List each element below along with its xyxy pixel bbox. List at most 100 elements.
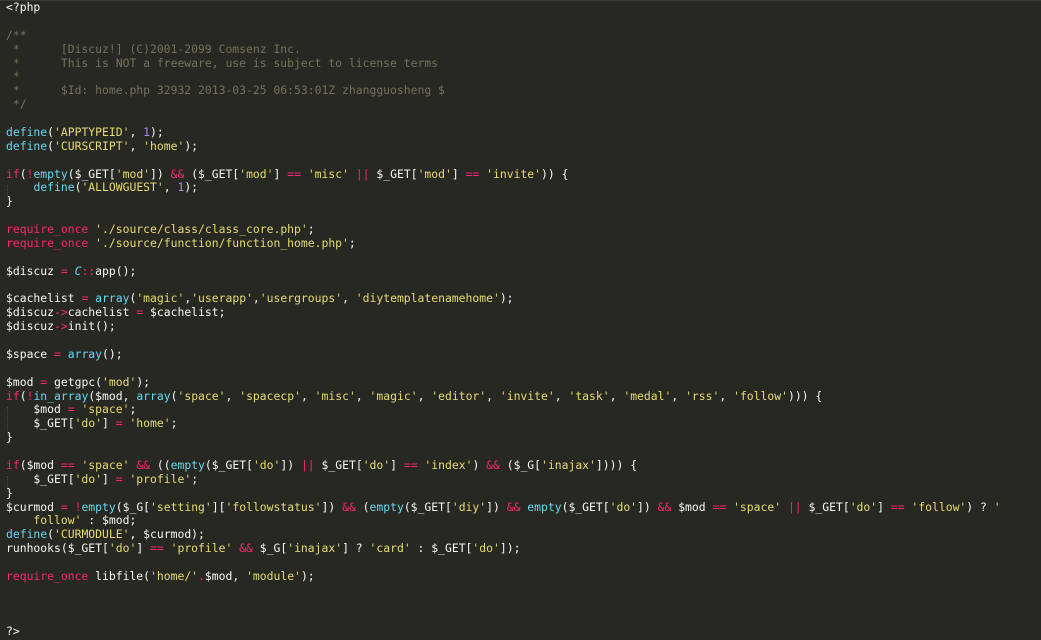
editor-top-border [0, 0, 1041, 1]
code-line[interactable] [6, 612, 1041, 626]
code-line[interactable]: runhooks($_GET['do'] == 'profile' && $_G… [6, 542, 1041, 556]
code-token: * This is NOT a freeware, use is subject… [6, 56, 439, 70]
code-token: , [225, 389, 240, 403]
code-token: || [787, 500, 802, 514]
code-line[interactable]: follow' : $mod; [6, 514, 1041, 528]
code-line[interactable] [6, 251, 1041, 265]
code-line[interactable]: <?php [6, 1, 1041, 15]
code-token: ); [499, 292, 514, 306]
code-line[interactable]: $discuz = C::app(); [6, 265, 1041, 279]
code-token: $curmod [6, 500, 61, 514]
code-token: 'do' [74, 417, 103, 431]
code-token: $_GET[ [369, 167, 418, 181]
code-token: array [95, 292, 130, 306]
code-token: (( [150, 458, 171, 472]
code-token: 'task' [568, 389, 610, 403]
code-token: -> [54, 320, 68, 334]
code-line[interactable] [6, 334, 1041, 348]
code-line[interactable]: define('APPTYPEID', 1); [6, 126, 1041, 140]
code-token: ; [170, 417, 178, 431]
code-line[interactable]: define('ALLOWGUEST', 1); [6, 181, 1041, 195]
code-token: 'space' [733, 500, 782, 514]
code-token: * [6, 70, 20, 84]
code-line[interactable]: if(!in_array($mod, array('space', 'space… [6, 390, 1041, 404]
code-token: :: [81, 264, 96, 278]
code-token: 'magic' [369, 389, 418, 403]
code-token: : $_GET[ [410, 542, 473, 556]
code-token: in_array [33, 389, 89, 403]
code-token: if [6, 167, 20, 181]
code-line[interactable]: * This is NOT a freeware, use is subject… [6, 57, 1041, 71]
code-token: 'editor' [431, 389, 487, 403]
code-line[interactable]: */ [6, 98, 1041, 112]
code-token: 'magic' [136, 292, 185, 306]
code-token: ($_GET[ [403, 500, 452, 514]
code-token: ($mod, [88, 389, 137, 403]
code-line[interactable] [6, 209, 1041, 223]
code-token: , [129, 125, 144, 139]
code-line[interactable]: if($mod == 'space' && ((empty($_GET['do'… [6, 459, 1041, 473]
code-token: if [6, 458, 20, 472]
code-token: ; [129, 403, 137, 417]
code-token: ] [877, 500, 891, 514]
code-line[interactable]: $mod = getgpc('mod'); [6, 376, 1041, 390]
code-line[interactable] [6, 154, 1041, 168]
code-line[interactable] [6, 112, 1041, 126]
code-token: 'inajax' [541, 458, 596, 472]
code-editor[interactable]: <?php /** * [Discuz!] (C)2001-2099 Comse… [0, 0, 1041, 640]
code-line[interactable] [6, 556, 1041, 570]
code-line[interactable]: require_once libfile('home/'.$mod, 'modu… [6, 570, 1041, 584]
code-token: && [342, 500, 356, 514]
code-line[interactable]: define('CURMODULE', $curmod); [6, 528, 1041, 542]
code-line[interactable]: * [Discuz!] (C)2001-2099 Comsenz Inc. [6, 43, 1041, 57]
code-area[interactable]: <?php /** * [Discuz!] (C)2001-2099 Comse… [6, 1, 1041, 639]
code-line[interactable]: /** [6, 29, 1041, 43]
code-line[interactable]: $mod = 'space'; [6, 403, 1041, 417]
code-token: 'space' [81, 403, 130, 417]
code-line[interactable]: * $Id: home.php 32932 2013-03-25 06:53:0… [6, 84, 1041, 98]
code-line[interactable]: $discuz->init(); [6, 320, 1041, 334]
code-line[interactable]: require_once './source/function/function… [6, 237, 1041, 251]
code-token: ]) [321, 500, 343, 514]
code-line[interactable] [6, 279, 1041, 293]
code-line[interactable] [6, 15, 1041, 29]
code-line[interactable]: ?> [6, 625, 1041, 639]
code-line[interactable]: require_once './source/class/class_core.… [6, 223, 1041, 237]
code-token: 'module' [246, 569, 301, 583]
code-line[interactable]: $_GET['do'] = 'home'; [6, 417, 1041, 431]
code-line[interactable]: $curmod = !empty($_G['setting']['follows… [6, 501, 1041, 515]
code-token: ( [47, 139, 55, 153]
code-token: /** [6, 28, 27, 42]
code-line[interactable]: $cachelist = array('magic','userapp','us… [6, 292, 1041, 306]
code-token: == [890, 500, 905, 514]
code-token: , $curmod); [129, 528, 205, 542]
code-line[interactable]: * [6, 70, 1041, 84]
code-line[interactable]: $discuz->cachelist = $cachelist; [6, 306, 1041, 320]
code-line[interactable] [6, 584, 1041, 598]
code-token: ] [102, 472, 116, 486]
code-token: require_once [6, 223, 89, 236]
code-token: 'space' [81, 458, 130, 472]
code-line[interactable] [6, 445, 1041, 459]
code-token: 'invite' [486, 167, 542, 181]
code-token: && [239, 542, 253, 556]
code-token: = [60, 264, 68, 278]
code-token: ; [307, 223, 315, 236]
code-line[interactable]: if(!empty($_GET['mod']) && ($_GET['mod']… [6, 168, 1041, 182]
code-line[interactable]: define('CURSCRIPT', 'home'); [6, 140, 1041, 154]
code-line[interactable]: $_GET['do'] = 'profile'; [6, 473, 1041, 487]
code-token: 1 [143, 125, 151, 139]
code-line[interactable] [6, 362, 1041, 376]
code-line[interactable]: } [6, 487, 1041, 501]
code-token: , [252, 292, 260, 306]
code-token: == [403, 458, 418, 472]
code-line[interactable] [6, 598, 1041, 612]
code-token: 'CURMODULE' [54, 528, 130, 542]
code-line[interactable]: } [6, 431, 1041, 445]
code-line[interactable]: } [6, 195, 1041, 209]
code-token: 'card' [369, 542, 411, 556]
code-token: './source/function/function_home.php' [95, 236, 349, 250]
code-line[interactable]: $space = array(); [6, 348, 1041, 362]
